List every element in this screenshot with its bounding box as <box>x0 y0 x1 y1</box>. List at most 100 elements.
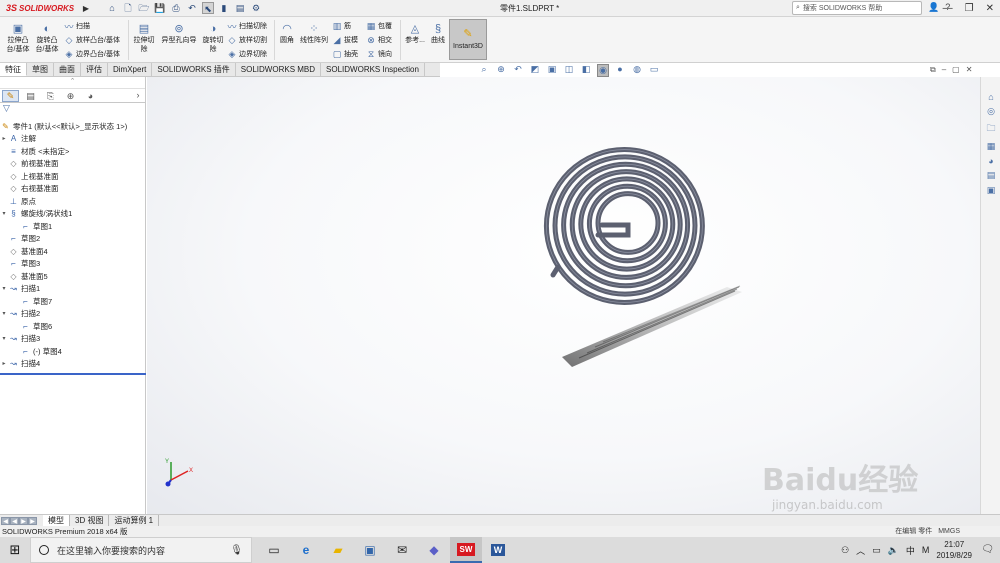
tree-item[interactable]: ⊥ 原点 <box>0 195 146 208</box>
file-properties-icon[interactable]: ▤ <box>234 2 246 14</box>
tree-item[interactable]: ⌐ 草图3 <box>0 258 146 271</box>
panel-collapse-handle[interactable]: ⌃ <box>0 77 145 89</box>
dynamic-annotation-icon[interactable]: ▣ <box>546 64 558 77</box>
first-tab-icon[interactable]: ◀ <box>1 516 10 525</box>
extruded-cut-button[interactable]: ▤ 拉伸切 除 <box>131 23 157 54</box>
home-icon[interactable]: ⌂ <box>106 2 118 14</box>
boundary-cut-button[interactable]: ◈ 边界切除 <box>227 48 267 60</box>
options-gear-icon[interactable]: ⚙ <box>250 2 262 14</box>
prev-tab-icon[interactable]: ◀ <box>10 516 19 525</box>
display-manager-tab-icon[interactable]: ◕ <box>82 90 99 102</box>
command-tab[interactable]: SOLIDWORKS Inspection <box>321 63 425 76</box>
new-document-icon[interactable]: 🗋 <box>122 2 134 14</box>
zoom-to-fit-icon[interactable]: ⌕ <box>478 64 490 77</box>
tree-item[interactable]: ⌐ 草图6 <box>0 320 146 333</box>
tree-item[interactable]: ▸ ↝ 扫描4 <box>0 358 146 371</box>
revolved-cut-button[interactable]: ◑ 旋转切 除 <box>200 23 226 54</box>
draft-button[interactable]: ◢ 拔模 <box>332 34 358 46</box>
custom-properties-icon[interactable]: ▤ <box>987 170 996 181</box>
filter-icon[interactable]: ▽ <box>0 103 145 115</box>
instant3d-button[interactable]: ✎ Instant3D <box>449 19 487 60</box>
wrap-button[interactable]: ▦ 包覆 <box>366 20 392 32</box>
network-icon[interactable]: ▭ <box>872 545 881 556</box>
tree-item[interactable]: ⌐ (-) 草图4 <box>0 345 146 358</box>
ime-indicator[interactable]: 中 <box>906 544 915 557</box>
restore-button[interactable]: ❐ <box>965 3 974 14</box>
viewport-restore-icon[interactable]: ⧉ <box>930 65 936 75</box>
tree-item[interactable]: ⌐ 草图7 <box>0 295 146 308</box>
undo-icon[interactable]: ↶ <box>186 2 198 14</box>
minimize-button[interactable]: — <box>943 3 953 14</box>
command-tab[interactable]: SOLIDWORKS MBD <box>236 63 322 76</box>
boundary-boss-button[interactable]: ◈ 边界凸台/基体 <box>64 48 120 60</box>
hide-show-items-icon[interactable]: ◉ <box>597 64 609 77</box>
spiral-spring-model[interactable] <box>543 147 705 305</box>
feature-manager-tab-icon[interactable]: ✎ <box>2 89 19 102</box>
extruded-boss-button[interactable]: ▣ 拉伸凸 台/基体 <box>4 23 32 54</box>
appearances-icon[interactable]: ◕ <box>988 156 993 166</box>
units-selector[interactable]: MMGS <box>938 526 960 537</box>
configuration-manager-tab-icon[interactable]: ⎘ <box>42 90 59 102</box>
command-tab[interactable]: 评估 <box>81 63 108 76</box>
command-tab[interactable]: 草图 <box>27 63 54 76</box>
view-settings-icon[interactable]: ▭ <box>648 64 660 77</box>
notification-icon[interactable]: 🗨 <box>981 544 994 555</box>
expand-toggle-icon[interactable]: ▾ <box>0 210 8 217</box>
design-library-icon[interactable]: ◎ <box>987 106 995 117</box>
swept-cut-button[interactable]: 〰扫描切除 <box>227 20 267 32</box>
property-manager-tab-icon[interactable]: ▤ <box>22 90 39 102</box>
command-tab[interactable]: 曲面 <box>54 63 81 76</box>
model-view-tab[interactable]: 运动算例 1 <box>109 515 160 526</box>
tree-item[interactable]: ▾ § 螺旋线/涡状线1 <box>0 208 146 221</box>
next-tab-icon[interactable]: ▶ <box>19 516 28 525</box>
apply-scene-icon[interactable]: ◍ <box>631 64 643 77</box>
word-app[interactable]: W <box>482 537 514 563</box>
file-explorer-icon[interactable]: 🗀 <box>986 121 995 137</box>
solidworks-app[interactable]: SW <box>450 537 482 563</box>
tree-item[interactable]: ◇ 上视基准面 <box>0 170 146 183</box>
people-icon[interactable]: ⚇ <box>841 545 849 556</box>
command-tab[interactable]: SOLIDWORKS 插件 <box>152 63 236 76</box>
solidworks-logo[interactable]: 3S SOLIDWORKS <box>0 3 82 13</box>
rebuild-icon[interactable]: ▮ <box>218 2 230 14</box>
print-icon[interactable]: ⎙ <box>170 2 182 14</box>
revolved-boss-button[interactable]: ◐ 旋转凸 台/基体 <box>33 23 61 54</box>
tree-item[interactable]: ▾ ↝ 扫描3 <box>0 333 146 346</box>
tree-item[interactable]: ⌐ 草图1 <box>0 220 146 233</box>
model-view-tab[interactable]: 模型 <box>43 515 70 526</box>
tree-root-part[interactable]: ✎ 零件1 (默认<<默认>_显示状态 1>) <box>0 120 146 133</box>
curves-button[interactable]: § 曲线 <box>428 23 448 45</box>
task-view-button[interactable]: ▭ <box>258 537 290 563</box>
microphone-icon[interactable]: 🎙 <box>230 545 243 556</box>
lofted-cut-button[interactable]: ◇ 放样切割 <box>227 34 267 46</box>
intersect-button[interactable]: ⊗ 相交 <box>366 34 392 46</box>
mail-app[interactable]: ✉ <box>386 537 418 563</box>
model-viewport[interactable]: Y X <box>147 77 980 514</box>
help-search-input[interactable]: ⌕ 搜索 SOLIDWORKS 帮助 <box>792 1 922 15</box>
dimxpert-manager-tab-icon[interactable]: ⊕ <box>62 90 79 102</box>
file-explorer-app[interactable]: ▰ <box>322 537 354 563</box>
display-style-icon[interactable]: ◧ <box>580 64 592 77</box>
view-palette-icon[interactable]: ▦ <box>987 141 996 152</box>
graphics-area[interactable]: Y X <box>147 77 980 514</box>
mirror-button[interactable]: ⧖ 镜向 <box>366 48 392 60</box>
last-tab-icon[interactable]: ▶ <box>28 516 37 525</box>
menu-expand-icon[interactable]: ▶ <box>82 4 90 13</box>
edge-app[interactable]: e <box>290 537 322 563</box>
viewport-close-icon[interactable]: ✕ <box>966 65 973 75</box>
expand-toggle-icon[interactable]: ▾ <box>0 285 8 292</box>
show-hidden-icons[interactable]: ︿ <box>856 544 865 557</box>
expand-toggle-icon[interactable]: ▸ <box>0 135 8 142</box>
user-icon[interactable]: 👤 <box>928 2 939 13</box>
tree-item[interactable]: ◇ 基准面4 <box>0 245 146 258</box>
viewport-minimize-icon[interactable]: – <box>942 65 946 75</box>
tree-item[interactable]: ≡ 材质 <未指定> <box>0 145 146 158</box>
expand-toggle-icon[interactable]: ▾ <box>0 335 8 342</box>
tree-item[interactable]: ▾ ↝ 扫描2 <box>0 308 146 321</box>
linear-pattern-button[interactable]: ⁘ 线性阵列 <box>298 23 330 45</box>
tree-item[interactable]: ◇ 右视基准面 <box>0 183 146 196</box>
reference-geometry-button[interactable]: ◬ 参考... <box>403 23 427 45</box>
select-icon[interactable]: ⬉ <box>202 2 214 14</box>
rib-button[interactable]: ▥ 筋 <box>332 20 351 32</box>
open-icon[interactable]: 🗁 <box>138 2 150 14</box>
